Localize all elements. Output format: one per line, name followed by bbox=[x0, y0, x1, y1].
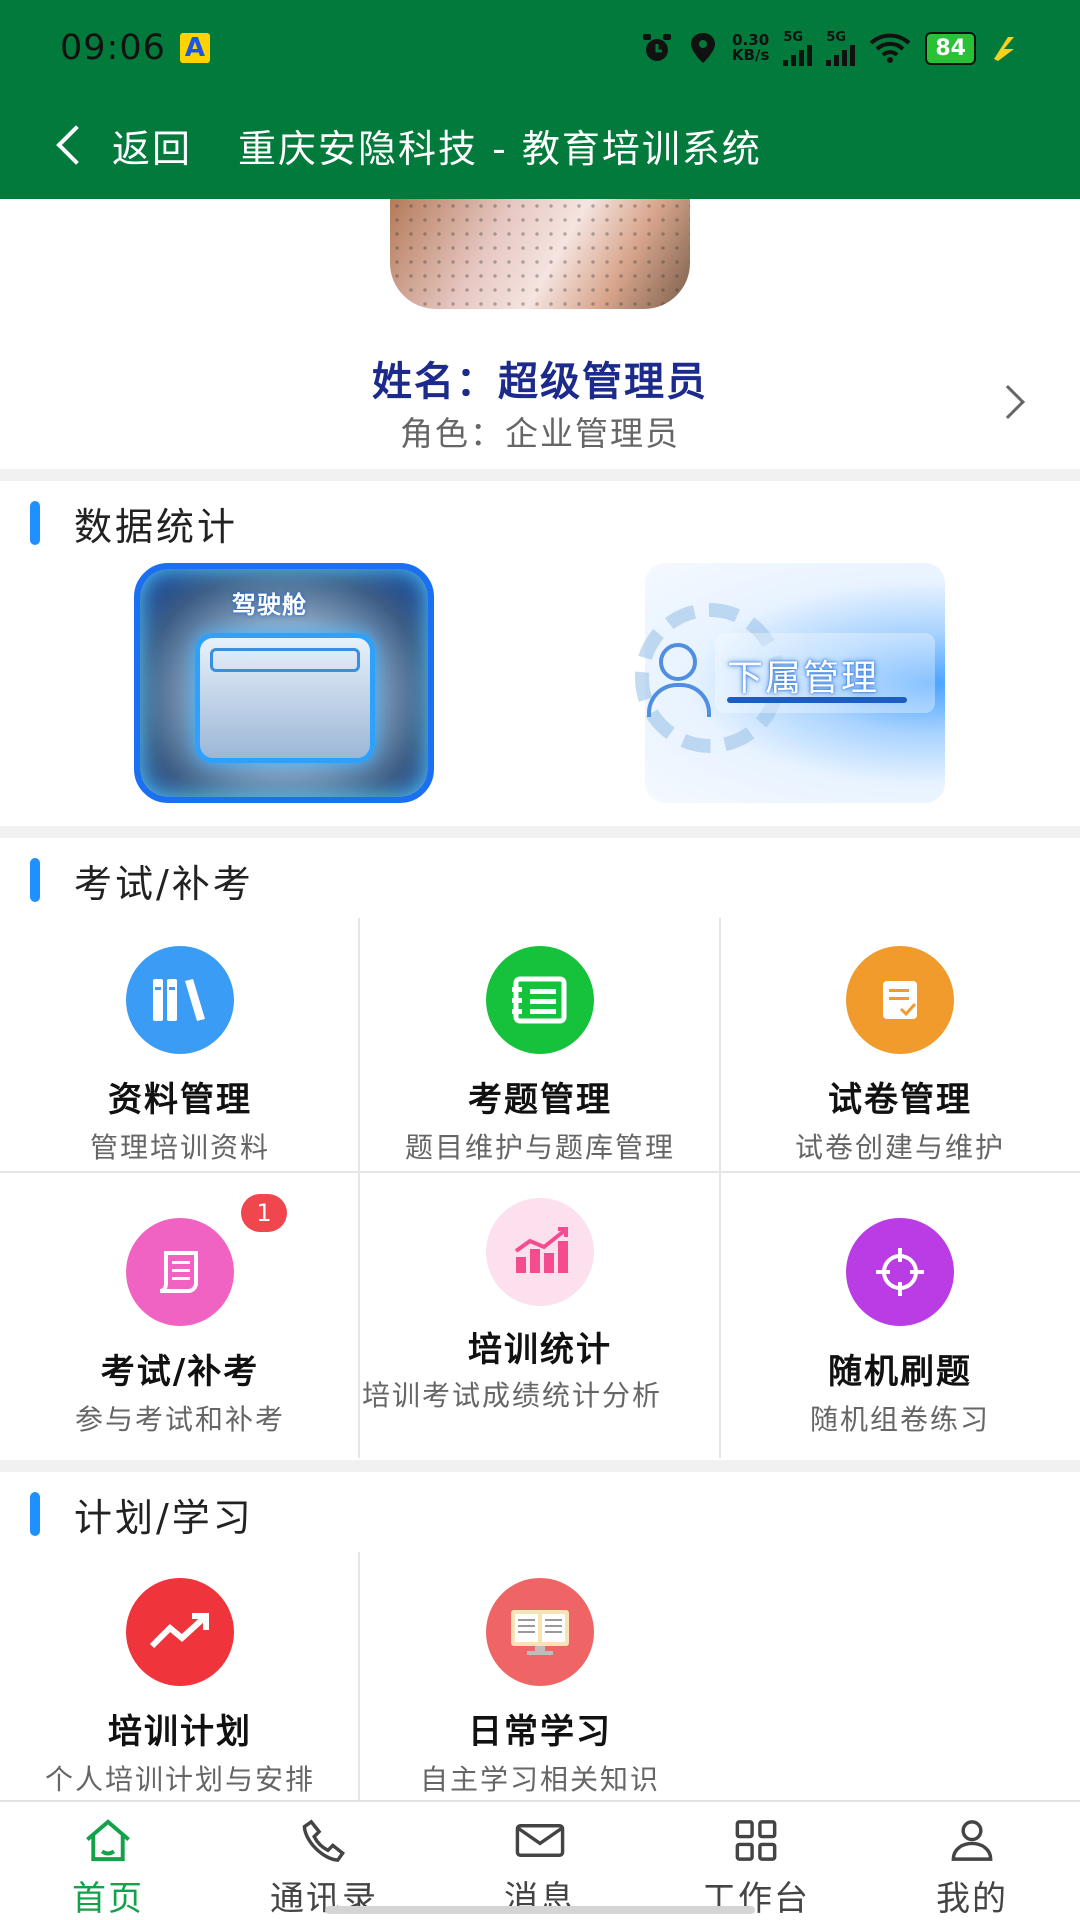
home-indicator[interactable] bbox=[325, 1906, 755, 1914]
question-bank-icon bbox=[486, 946, 594, 1054]
mail-icon bbox=[515, 1824, 565, 1857]
app-notification-icon: A bbox=[179, 33, 210, 63]
item-subtitle: 参与考试和补考 bbox=[74, 1403, 285, 1436]
tab-contacts[interactable]: 通讯录 bbox=[216, 1802, 432, 1920]
person-icon bbox=[645, 643, 711, 723]
home-icon bbox=[86, 1819, 130, 1862]
net-speed: 0.30 KB/s bbox=[732, 33, 769, 63]
grid-item-training-statistics[interactable]: 培训统计 培训考试成绩统计分析 bbox=[360, 1198, 720, 1448]
stats-title-text: 数据统计 bbox=[74, 504, 239, 549]
plan-section: 计划/学习 培训计划 个人培训计划与安排 日常学习 自主学习相关知识 bbox=[0, 1472, 1080, 1800]
books-icon bbox=[126, 946, 234, 1054]
tab-label: 首页 bbox=[72, 1879, 144, 1919]
grid-item-question-management[interactable]: 考题管理 题目维护与题库管理 bbox=[360, 946, 720, 1166]
plan-section-title: 计划/学习 bbox=[30, 1492, 254, 1540]
grid-item-training-plan[interactable]: 培训计划 个人培训计划与安排 bbox=[0, 1578, 360, 1798]
signal-sim2-icon: 5G bbox=[826, 29, 856, 66]
charging-icon bbox=[994, 37, 1014, 61]
grid-icon bbox=[735, 1820, 777, 1861]
cockpit-label: 驾驶舱 bbox=[232, 591, 307, 619]
grid-item-material-management[interactable]: 资料管理 管理培训资料 bbox=[0, 946, 360, 1166]
user-name: 姓名：超级管理员 bbox=[372, 359, 708, 405]
folder-icon bbox=[195, 633, 375, 763]
exam-section: 考试/补考 资料管理 管理培训资料 考题管理 题目维护与题库管理 试卷管理 试卷… bbox=[0, 838, 1080, 1460]
net-speed-unit: KB/s bbox=[731, 46, 770, 64]
item-subtitle: 自主学习相关知识 bbox=[419, 1763, 660, 1796]
item-title: 随机刷题 bbox=[828, 1352, 972, 1392]
avatar bbox=[390, 199, 690, 309]
signal-sim1-icon: 5G bbox=[783, 29, 813, 66]
tab-label: 我的 bbox=[936, 1879, 1008, 1919]
app-screen: 09:06 A 0.30 KB/s 5G 5G 84 返回 重庆安隐科技 - 教育… bbox=[0, 0, 1080, 1920]
item-subtitle: 随机组卷练习 bbox=[809, 1403, 990, 1436]
target-icon bbox=[846, 1218, 954, 1326]
bottom-tab-bar: 首页 通讯录 消息 工作台 我的 bbox=[0, 1800, 1080, 1920]
tab-workbench[interactable]: 工作台 bbox=[648, 1802, 864, 1920]
tab-messages[interactable]: 消息 bbox=[432, 1802, 648, 1920]
item-subtitle: 题目维护与题库管理 bbox=[404, 1131, 675, 1164]
exam-title-text: 考试/补考 bbox=[74, 861, 254, 906]
profile-card[interactable]: 姓名：超级管理员 角色：企业管理员 bbox=[0, 199, 1080, 469]
plan-title-text: 计划/学习 bbox=[74, 1495, 254, 1540]
status-time: 09:06 bbox=[60, 28, 166, 68]
back-button[interactable]: 返回 bbox=[112, 118, 192, 173]
grid-item-exam-retake[interactable]: 1 考试/补考 参与考试和补考 bbox=[0, 1194, 360, 1448]
wifi-icon bbox=[870, 33, 911, 63]
user-icon bbox=[951, 1820, 993, 1861]
section-bar-icon bbox=[30, 501, 40, 545]
stats-section: 数据统计 驾驶舱 下属管理 bbox=[0, 481, 1080, 826]
grid-item-daily-study[interactable]: 日常学习 自主学习相关知识 bbox=[360, 1578, 720, 1798]
subordinate-management-tile[interactable]: 下属管理 bbox=[635, 563, 945, 803]
item-title: 考试/补考 bbox=[100, 1352, 260, 1392]
item-title: 日常学习 bbox=[468, 1712, 612, 1752]
section-bar-icon bbox=[30, 858, 40, 902]
grid-item-random-practice[interactable]: 随机刷题 随机组卷练习 bbox=[720, 1218, 1080, 1448]
phone-icon bbox=[302, 1819, 345, 1862]
trend-up-icon bbox=[126, 1578, 234, 1686]
app-header: 09:06 A 0.30 KB/s 5G 5G 84 返回 重庆安隐科技 - 教育… bbox=[0, 0, 1080, 199]
tab-me[interactable]: 我的 bbox=[864, 1802, 1080, 1920]
status-bar: 09:06 A 0.30 KB/s 5G 5G 84 bbox=[60, 25, 1020, 71]
user-role: 角色：企业管理员 bbox=[400, 414, 680, 453]
exam-section-title: 考试/补考 bbox=[30, 858, 254, 906]
open-book-icon bbox=[486, 1578, 594, 1686]
sim1-label: 5G bbox=[783, 29, 804, 45]
grid-item-paper-management[interactable]: 试卷管理 试卷创建与维护 bbox=[720, 946, 1080, 1166]
item-title: 资料管理 bbox=[108, 1080, 252, 1120]
location-icon bbox=[690, 33, 715, 63]
subordinate-label: 下属管理 bbox=[727, 658, 880, 699]
scroll-icon bbox=[126, 1218, 234, 1326]
stats-section-title: 数据统计 bbox=[30, 501, 238, 549]
battery-indicator: 84 bbox=[925, 31, 976, 65]
tab-home[interactable]: 首页 bbox=[0, 1802, 216, 1920]
grid-divider bbox=[0, 1171, 1080, 1173]
sim2-label: 5G bbox=[826, 29, 847, 45]
label-underline bbox=[727, 697, 907, 703]
item-subtitle: 管理培训资料 bbox=[89, 1131, 270, 1164]
page-title: 重庆安隐科技 - 教育培训系统 bbox=[238, 126, 762, 171]
item-subtitle: 个人培训计划与安排 bbox=[44, 1763, 315, 1796]
item-title: 试卷管理 bbox=[828, 1080, 972, 1120]
item-title: 培训计划 bbox=[108, 1712, 252, 1752]
exam-paper-icon bbox=[846, 946, 954, 1054]
item-subtitle: 试卷创建与维护 bbox=[794, 1131, 1005, 1164]
item-title: 培训统计 bbox=[468, 1330, 612, 1370]
notification-badge: 1 bbox=[241, 1194, 287, 1232]
back-chevron-icon[interactable] bbox=[56, 125, 96, 165]
item-title: 考题管理 bbox=[468, 1080, 612, 1120]
section-bar-icon bbox=[30, 1492, 40, 1536]
cockpit-tile[interactable]: 驾驶舱 bbox=[134, 563, 434, 803]
chart-icon bbox=[486, 1198, 594, 1306]
status-indicators: 0.30 KB/s 5G 5G 84 bbox=[640, 31, 1020, 66]
nav-bar: 返回 重庆安隐科技 - 教育培训系统 bbox=[52, 115, 1040, 175]
alarm-icon bbox=[642, 34, 671, 61]
item-subtitle: 培训考试成绩统计分析 bbox=[362, 1379, 663, 1412]
